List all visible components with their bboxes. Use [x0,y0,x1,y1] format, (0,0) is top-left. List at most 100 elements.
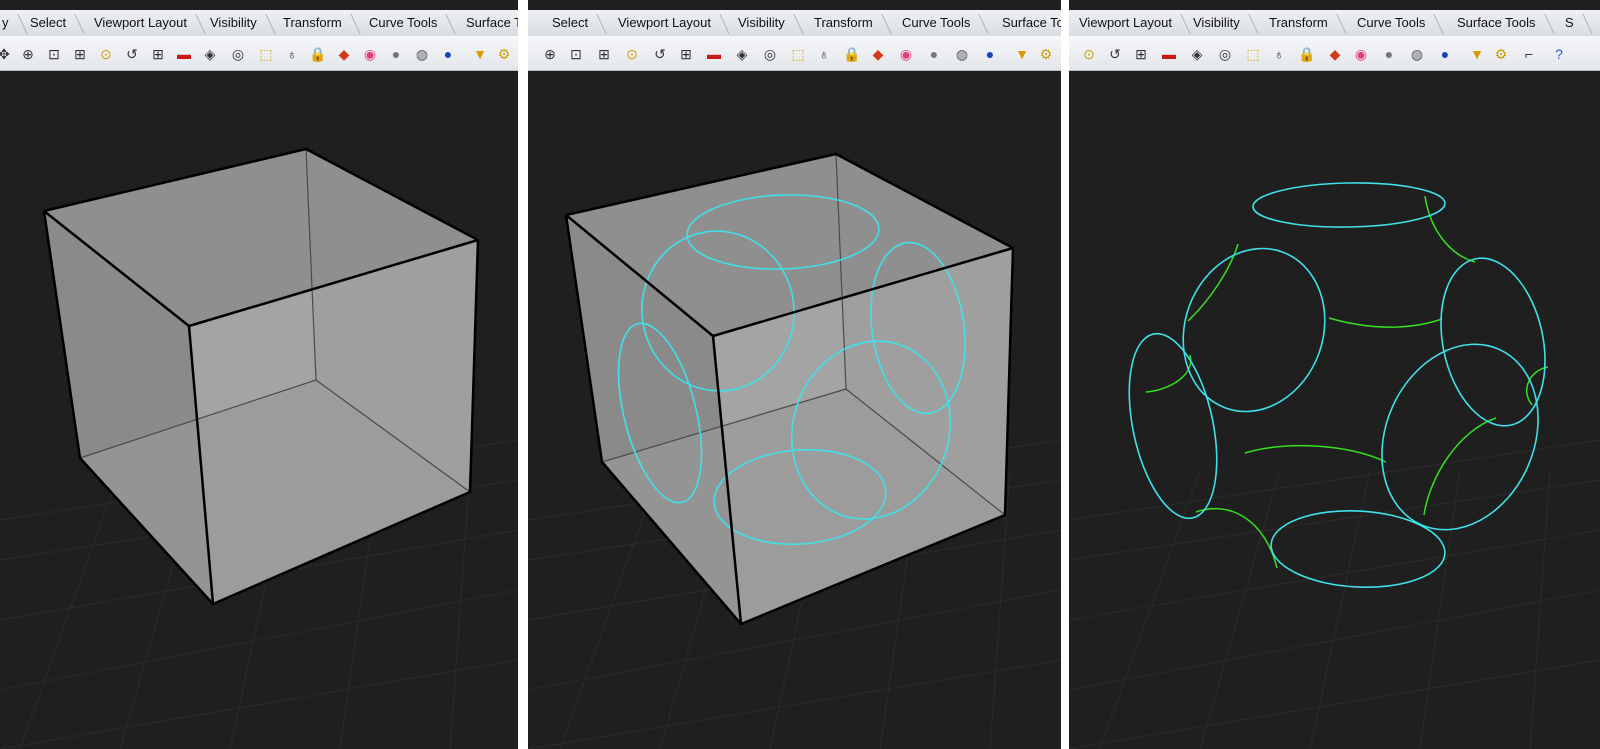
curve-mid-upper [1328,317,1443,328]
viewport-panel-3: Viewport Layout Visibility Transform Cur… [1069,0,1600,749]
tab-partial[interactable]: S [1555,12,1588,34]
car-icon[interactable]: ▬ [704,44,724,64]
curve-right-lower [1423,417,1497,516]
perspective-viewport[interactable] [1069,71,1600,749]
circle-right [1381,343,1539,531]
circle-top [1252,182,1446,228]
tab-select[interactable]: Select [542,12,602,34]
curve-bottom-left [1195,507,1278,569]
rotate-view-icon[interactable]: ↺ [650,44,670,64]
color-wheel-icon[interactable]: ◉ [896,44,916,64]
settings-gear-icon[interactable]: ⚙ [1491,44,1511,64]
connecting-curves [1145,195,1549,569]
filter-icon[interactable]: ▼ [1012,44,1032,64]
named-view-icon[interactable]: ◈ [200,44,220,64]
zoom-icon[interactable]: ⊕ [18,44,38,64]
curve-top-left [1187,243,1239,322]
lightbulb-icon[interactable]: ♁ [1269,44,1289,64]
settings-gear-icon[interactable]: ⚙ [494,44,514,64]
render-icon[interactable]: ◆ [868,44,888,64]
zoom-extents-icon[interactable]: ⊞ [70,44,90,64]
dimension-icon[interactable]: ⌐ [1519,44,1539,64]
color-wheel-icon[interactable]: ◉ [360,44,380,64]
tab-viewport-layout[interactable]: Viewport Layout [1069,12,1186,34]
lightbulb-icon[interactable]: ♁ [814,44,834,64]
zoom-window-icon[interactable]: ⊡ [566,44,586,64]
tab-surface-tools[interactable]: Surface Tools [1447,12,1550,34]
tab-surface-tools[interactable]: Surface T [456,12,518,34]
target-icon[interactable]: ◎ [760,44,780,64]
gumball-icon[interactable]: ⬚ [256,44,276,64]
zoom-selected-icon[interactable]: ⊙ [1079,44,1099,64]
sphere-shaded-icon[interactable]: ● [1379,44,1399,64]
zoom-selected-icon[interactable]: ⊙ [96,44,116,64]
tab-curve-tools[interactable]: Curve Tools [892,12,984,34]
circle-upper-right [1440,257,1546,427]
filter-icon[interactable]: ▼ [1467,44,1487,64]
sphere-rendered-icon[interactable]: ◍ [412,44,432,64]
tab-viewport-layout[interactable]: Viewport Layout [84,12,201,34]
car-icon[interactable]: ▬ [1159,44,1179,64]
sphere-blue-icon[interactable]: ● [438,44,458,64]
viewport-panel-2: Select Viewport Layout Visibility Transf… [528,0,1061,749]
tab-visibility[interactable]: Visibility [1183,12,1254,34]
car-icon[interactable]: ▬ [174,44,194,64]
named-view-icon[interactable]: ◈ [1187,44,1207,64]
curve-mid-lower [1244,444,1387,463]
tab-transform[interactable]: Transform [1259,12,1342,34]
four-viewports-icon[interactable]: ⊞ [1131,44,1151,64]
tab-transform[interactable]: Transform [804,12,887,34]
four-viewports-icon[interactable]: ⊞ [148,44,168,64]
tab-visibility[interactable]: Visibility [200,12,271,34]
four-viewports-icon[interactable]: ⊞ [676,44,696,64]
render-icon[interactable]: ◆ [334,44,354,64]
tab-viewport-layout[interactable]: Viewport Layout [608,12,725,34]
sphere-blue-icon[interactable]: ● [980,44,1000,64]
help-icon[interactable]: ? [1549,44,1569,64]
sphere-shaded-icon[interactable]: ● [386,44,406,64]
curve-left-inner [1145,354,1192,393]
target-icon[interactable]: ◎ [228,44,248,64]
lock-icon[interactable]: 🔒 [1297,44,1317,64]
zoom-selected-icon[interactable]: ⊙ [622,44,642,64]
perspective-viewport[interactable] [528,71,1061,749]
gumball-icon[interactable]: ⬚ [788,44,808,64]
tab-curve-tools[interactable]: Curve Tools [359,12,451,34]
grid [1069,439,1600,749]
rotate-view-icon[interactable]: ↺ [1105,44,1125,64]
named-view-icon[interactable]: ◈ [732,44,752,64]
tab-transform[interactable]: Transform [273,12,356,34]
panel-divider [518,0,528,749]
toolbar: ✥ ⊕ ⊡ ⊞ ⊙ ↺ ⊞ ▬ ◈ ◎ ⬚ ♁ 🔒 ◆ ◉ ● ◍ ● ▼ ⚙ [0,36,518,71]
sphere-rendered-icon[interactable]: ◍ [1407,44,1427,64]
ribbon-tab-bar: y Select Viewport Layout Visibility Tran… [0,10,518,37]
target-icon[interactable]: ◎ [1215,44,1235,64]
viewport-panel-1: y Select Viewport Layout Visibility Tran… [0,0,518,749]
settings-gear-icon[interactable]: ⚙ [1036,44,1056,64]
tab-curve-tools[interactable]: Curve Tools [1347,12,1439,34]
color-wheel-icon[interactable]: ◉ [1351,44,1371,64]
circle-upper-left [1182,247,1326,413]
lock-icon[interactable]: 🔒 [308,44,328,64]
circle-bottom [1270,509,1446,589]
toolbar: ⊙ ↺ ⊞ ▬ ◈ ◎ ⬚ ♁ 🔒 ◆ ◉ ● ◍ ● ▼ ⚙ ⌐ ? [1069,36,1600,71]
gumball-icon[interactable]: ⬚ [1243,44,1263,64]
lock-icon[interactable]: 🔒 [842,44,862,64]
tab-select[interactable]: Select [20,12,80,34]
filter-icon[interactable]: ▼ [470,44,490,64]
perspective-viewport[interactable] [0,71,518,749]
ribbon-tab-bar: Select Viewport Layout Visibility Transf… [528,10,1061,37]
zoom-extents-icon[interactable]: ⊞ [594,44,614,64]
pan-icon[interactable]: ✥ [0,44,14,64]
lightbulb-icon[interactable]: ♁ [282,44,302,64]
sphere-shaded-icon[interactable]: ● [924,44,944,64]
sphere-rendered-icon[interactable]: ◍ [952,44,972,64]
tab-surface-tools[interactable]: Surface To [992,12,1061,34]
zoom-icon[interactable]: ⊕ [540,44,560,64]
zoom-window-icon[interactable]: ⊡ [44,44,64,64]
curve-top-right [1424,195,1476,263]
rotate-view-icon[interactable]: ↺ [122,44,142,64]
tab-visibility[interactable]: Visibility [728,12,799,34]
render-icon[interactable]: ◆ [1325,44,1345,64]
sphere-blue-icon[interactable]: ● [1435,44,1455,64]
